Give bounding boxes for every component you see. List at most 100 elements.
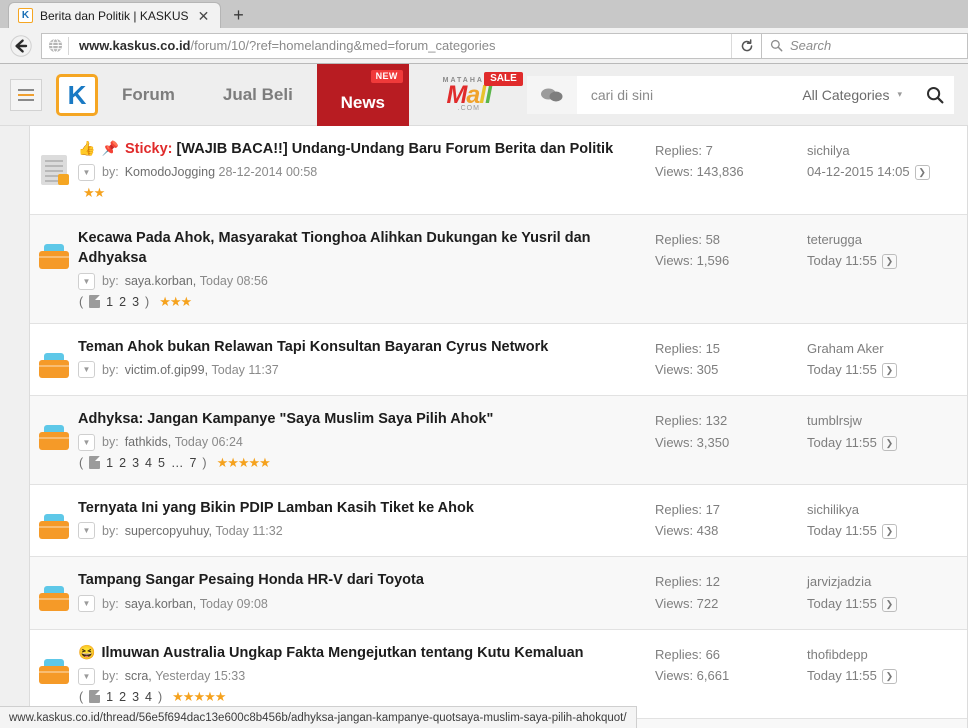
search-input[interactable]: Search [790,38,831,53]
chevron-down-icon[interactable]: ▼ [78,433,95,451]
last-poster[interactable]: sichilya [807,140,967,161]
chevron-down-icon[interactable]: ▼ [78,272,95,290]
page-link[interactable]: 3 [132,690,139,704]
thread-row[interactable]: Ternyata Ini yang Bikin PDIP Lamban Kasi… [30,484,967,558]
thread-author[interactable]: saya.korban, [125,597,197,611]
thread-author[interactable]: scra, [125,669,152,683]
last-poster[interactable]: thofibdepp [807,644,967,665]
by-label: by: [102,362,119,377]
thread-posted-time: Today 06:24 [174,435,243,450]
goto-last-post-icon[interactable]: ❯ [881,363,897,379]
goto-last-post-icon[interactable]: ❯ [881,596,897,612]
thread-title[interactable]: Tampang Sangar Pesaing Honda HR-V dari T… [78,570,641,591]
last-poster[interactable]: tumblrsjw [807,410,967,431]
thread-title[interactable]: 👍 📌 Sticky: [WAJIB BACA!!] Undang-Undang… [78,139,641,160]
thread-main: Tampang Sangar Pesaing Honda HR-V dari T… [78,570,655,616]
last-poster[interactable]: sichilikya [807,499,967,520]
page-link[interactable]: … [171,456,184,470]
last-poster[interactable]: jarvizjadzia [807,571,967,592]
goto-last-post-icon[interactable]: ❯ [881,524,897,540]
kaskus-logo-icon[interactable]: K [56,73,98,116]
chevron-down-icon[interactable]: ▾ [889,89,916,100]
folder-thread-icon [39,513,69,539]
nav-item-news[interactable]: NEW News [316,64,409,126]
goto-last-post-icon[interactable]: ❯ [914,165,930,181]
thread-byline: ▼ by: scra, Yesterday 15:33 [78,667,641,685]
last-poster[interactable]: Graham Aker [807,338,967,359]
thread-icon-cell [30,498,78,544]
reload-icon[interactable] [731,33,761,58]
site-search-input[interactable]: cari di sini [577,87,803,103]
mataharimall-logo[interactable]: SALE MATAHARI Mall .COM [423,71,523,112]
hamburger-menu-icon[interactable] [10,78,42,111]
thread-title[interactable]: Adhyksa: Jangan Kampanye "Saya Muslim Sa… [78,409,641,430]
chevron-down-icon[interactable]: ▼ [78,361,95,379]
goto-last-post-icon[interactable]: ❯ [881,669,897,685]
thread-title[interactable]: Teman Ahok bukan Relawan Tapi Konsultan … [78,337,641,358]
last-poster[interactable]: teterugga [807,229,967,250]
thread-pagination: (1 2 3 4) ★★★★★ [78,689,641,705]
back-arrow-icon[interactable] [4,29,38,63]
by-label: by: [102,596,119,611]
page-link[interactable]: 7 [189,456,196,470]
chat-bubble-icon[interactable] [526,75,577,114]
thread-author[interactable]: supercopyuhuy, [125,524,212,538]
thread-stats: Replies: 12 Views: 722 [655,570,807,616]
page-link[interactable]: 2 [119,456,126,470]
thread-stats: Replies: 17 Views: 438 [655,498,807,544]
page-link[interactable]: 1 [106,295,113,309]
thread-posted-time: Yesterday 15:33 [155,669,246,684]
nav-item-forum[interactable]: Forum [98,64,199,126]
thread-title[interactable]: Ternyata Ini yang Bikin PDIP Lamban Kasi… [78,498,641,519]
page-link[interactable]: 5 [158,456,165,470]
thread-list: 👍 📌 Sticky: [WAJIB BACA!!] Undang-Undang… [30,126,968,728]
close-icon[interactable]: ✕ [196,8,212,24]
thread-row[interactable]: 👍 📌 Sticky: [WAJIB BACA!!] Undang-Undang… [30,126,967,215]
thread-row[interactable]: Adhyksa: Jangan Kampanye "Saya Muslim Sa… [30,396,967,485]
by-label: by: [102,523,119,538]
page-link[interactable]: 2 [119,295,126,309]
chevron-down-icon[interactable]: ▼ [78,595,95,613]
thread-author[interactable]: fathkids, [125,435,172,449]
site-search-submit-icon[interactable] [916,86,954,104]
search-category-select[interactable]: All Categories [802,87,889,103]
thread-title-text: Kecawa Pada Ahok, Masyarakat Tionghoa Al… [78,229,591,267]
multipage-doc-icon [89,456,101,470]
thread-title[interactable]: 😆 Ilmuwan Australia Ungkap Fakta Mengeju… [78,643,641,664]
page-viewport: K Forum Jual Beli NEW News SALE MATAHARI… [0,64,968,728]
nav-item-jual-beli[interactable]: Jual Beli [199,64,317,126]
address-bar[interactable]: www.kaskus.co.id/forum/10/?ref=homelandi… [41,32,762,59]
multipage-doc-icon [89,690,101,704]
new-badge: NEW [370,69,403,83]
page-link[interactable]: 3 [132,456,139,470]
thread-row[interactable]: Kecawa Pada Ahok, Masyarakat Tionghoa Al… [30,214,967,324]
new-tab-button[interactable]: + [225,2,253,28]
page-link[interactable]: 4 [145,690,152,704]
thread-title[interactable]: Kecawa Pada Ahok, Masyarakat Tionghoa Al… [78,228,641,269]
chevron-down-icon[interactable]: ▼ [78,163,95,181]
thread-pagination: (1 2 3 4 5 … 7) ★★★★★ [78,455,641,471]
chevron-down-icon[interactable]: ▼ [78,522,95,540]
lock-icon [58,174,69,185]
thread-author[interactable]: victim.of.gip99, [125,363,208,377]
browser-search-bar[interactable]: Search [762,32,968,59]
thread-row[interactable]: Teman Ahok bukan Relawan Tapi Konsultan … [30,323,967,397]
paren-close: ) [157,689,163,704]
thread-stats: Replies: 132 Views: 3,350 [655,409,807,471]
search-icon [762,39,790,52]
page-link[interactable]: 2 [119,690,126,704]
browser-tab[interactable]: K Berita dan Politik | KASKUS ✕ [8,2,221,28]
goto-last-post-icon[interactable]: ❯ [881,435,897,451]
thread-author[interactable]: saya.korban, [125,274,197,288]
page-link[interactable]: 1 [106,690,113,704]
thread-row[interactable]: Tampang Sangar Pesaing Honda HR-V dari T… [30,557,967,631]
page-link[interactable]: 4 [145,456,152,470]
chevron-down-icon[interactable]: ▼ [78,667,95,685]
site-search-bar[interactable]: cari di sini All Categories ▾ [526,75,954,114]
page-link[interactable]: 1 [106,456,113,470]
thread-last-post: teterugga Today 11:55 ❯ [807,228,967,310]
thread-author[interactable]: KomodoJogging [125,165,215,179]
thread-icon-cell [30,643,78,705]
page-link[interactable]: 3 [132,295,139,309]
goto-last-post-icon[interactable]: ❯ [881,253,897,269]
